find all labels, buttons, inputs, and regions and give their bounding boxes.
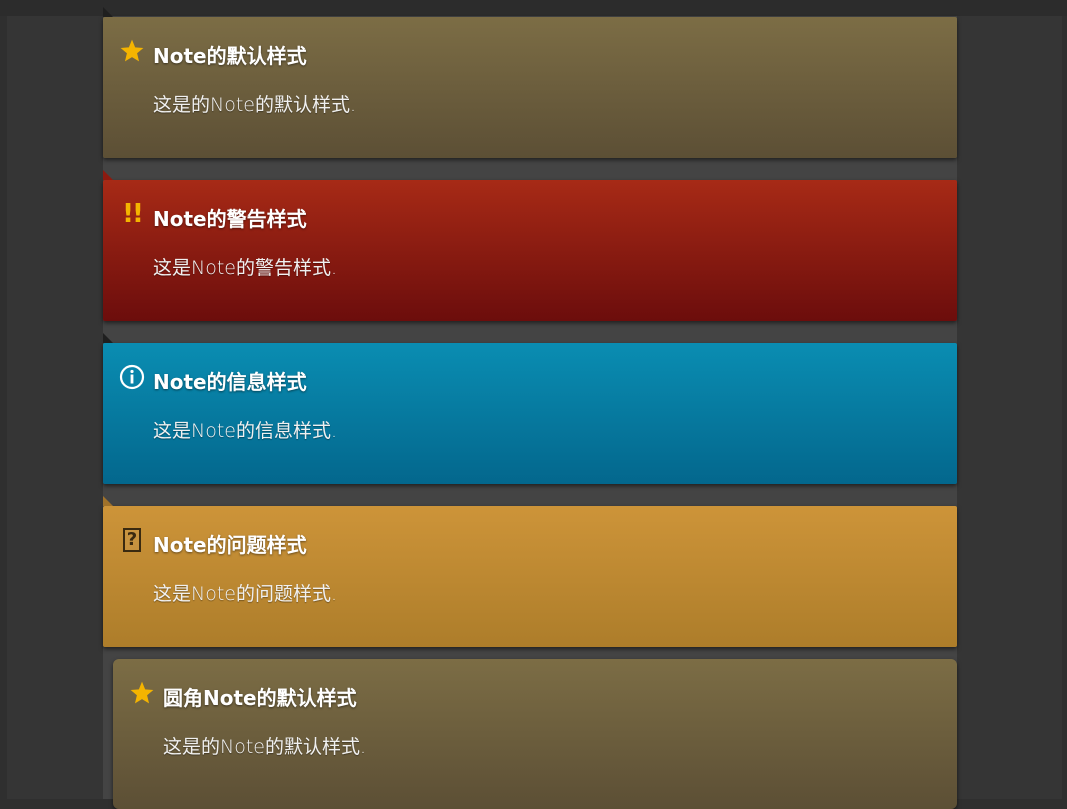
- star-icon: [118, 37, 146, 65]
- note-body: 这是Note的问题样式.: [153, 583, 338, 605]
- double-exclamation-icon: !!: [122, 199, 144, 229]
- star-icon: [128, 679, 156, 707]
- note-title: Note的问题样式: [153, 533, 307, 557]
- info-icon: [118, 363, 146, 391]
- note-title: Note的警告样式: [153, 207, 307, 231]
- note-warning: !! Note的警告样式 这是Note的警告样式.: [103, 170, 957, 321]
- note-title: 圆角Note的默认样式: [163, 686, 357, 710]
- note-default-rounded: 圆角Note的默认样式 这是的Note的默认样式.: [113, 659, 957, 809]
- note-info: Note的信息样式 这是Note的信息样式.: [103, 333, 957, 484]
- note-default: Note的默认样式 这是的Note的默认样式.: [103, 7, 957, 158]
- note-body: 这是Note的警告样式.: [153, 257, 338, 279]
- top-bar: [0, 0, 1067, 16]
- question-icon: ?: [118, 526, 146, 554]
- note-question: ? Note的问题样式 这是Note的问题样式.: [103, 496, 957, 647]
- note-body: 这是Note的信息样式.: [153, 420, 338, 442]
- note-title: Note的默认样式: [153, 44, 307, 68]
- note-body: 这是的Note的默认样式.: [163, 736, 367, 758]
- note-body: 这是的Note的默认样式.: [153, 94, 357, 116]
- note-title: Note的信息样式: [153, 370, 307, 394]
